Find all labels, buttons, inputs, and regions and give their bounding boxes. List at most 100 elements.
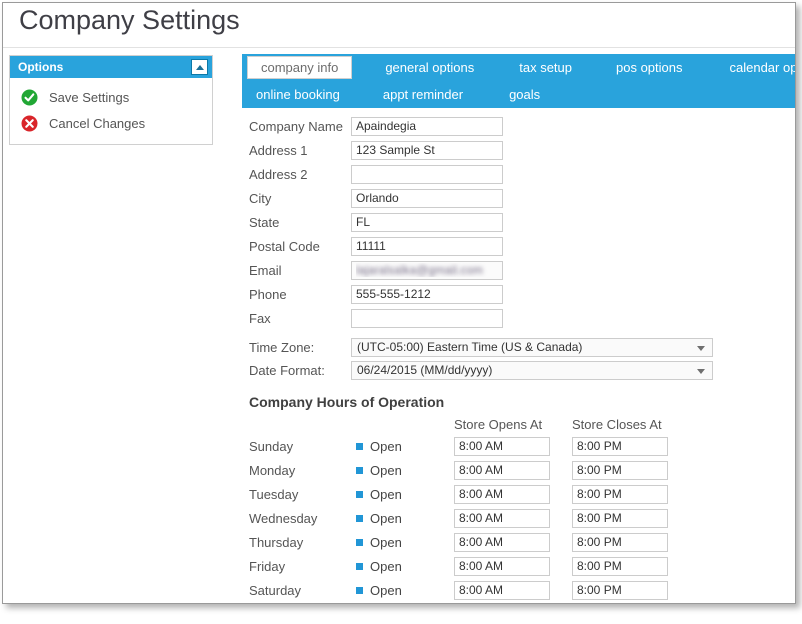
postal-code-input[interactable]: [351, 236, 503, 256]
checkbox-icon: [354, 512, 365, 524]
chevron-up-glyph: [195, 65, 204, 70]
field-row-time-zone: Time Zone: (UTC-05:00) Eastern Time (US …: [249, 336, 719, 359]
cancel-changes-label: Cancel Changes: [49, 115, 146, 131]
city-input[interactable]: [351, 188, 503, 208]
opens-at-input-sunday[interactable]: [454, 436, 550, 456]
tab-pos-options[interactable]: pos options: [607, 54, 692, 81]
page-title: Company Settings: [19, 5, 240, 35]
state-label: State: [249, 214, 280, 230]
options-panel-header: Options: [10, 56, 212, 78]
options-panel: Options Save Settings Cancel Changes: [9, 55, 213, 145]
checkbox-icon: [354, 536, 365, 548]
address-2-label: Address 2: [249, 166, 308, 182]
cancel-changes-button[interactable]: Cancel Changes: [10, 110, 212, 136]
field-row-fax: Fax: [249, 306, 719, 330]
table-row: Sunday Open: [249, 434, 690, 458]
column-header-closes-at: Store Closes At: [572, 416, 662, 432]
day-label-saturday: Saturday: [249, 582, 302, 598]
closes-at-input-friday[interactable]: [572, 556, 668, 576]
opens-at-input-monday[interactable]: [454, 460, 550, 480]
closes-at-input-monday[interactable]: [572, 460, 668, 480]
field-row-date-format: Date Format: 06/24/2015 (MM/dd/yyyy): [249, 359, 719, 382]
time-zone-value: (UTC-05:00) Eastern Time (US & Canada): [357, 340, 583, 354]
opens-at-input-wednesday[interactable]: [454, 508, 550, 528]
fax-input[interactable]: [351, 308, 503, 328]
title-divider: [3, 47, 795, 48]
address-1-label: Address 1: [249, 142, 308, 158]
field-row-city: City: [249, 186, 719, 210]
open-label-saturday: Open: [370, 582, 402, 598]
open-toggle-sunday[interactable]: Open: [354, 439, 454, 454]
opens-at-input-friday[interactable]: [454, 556, 550, 576]
open-toggle-monday[interactable]: Open: [354, 463, 454, 478]
open-label-tuesday: Open: [370, 486, 402, 502]
save-settings-label: Save Settings: [49, 89, 130, 105]
day-label-monday: Monday: [249, 462, 296, 478]
company-name-label: Company Name: [249, 118, 343, 134]
day-label-tuesday: Tuesday: [249, 486, 299, 502]
time-zone-dropdown[interactable]: (UTC-05:00) Eastern Time (US & Canada): [351, 338, 713, 357]
open-toggle-thursday[interactable]: Open: [354, 535, 454, 550]
time-zone-label: Time Zone:: [249, 340, 315, 355]
table-row: Monday Open: [249, 458, 690, 482]
chevron-down-icon: [697, 369, 705, 374]
tab-row-secondary: online booking appt reminder goals: [242, 81, 795, 108]
email-input[interactable]: [351, 260, 503, 280]
tab-goals[interactable]: goals: [500, 81, 549, 108]
open-label-monday: Open: [370, 462, 402, 478]
hours-table: Store Opens At Store Closes At Sunday Op…: [249, 414, 690, 602]
address-1-input[interactable]: [351, 140, 503, 160]
field-row-phone: Phone: [249, 282, 719, 306]
open-toggle-tuesday[interactable]: Open: [354, 487, 454, 502]
company-name-input[interactable]: [351, 116, 503, 136]
day-label-sunday: Sunday: [249, 438, 294, 454]
opens-at-input-thursday[interactable]: [454, 532, 550, 552]
column-header-opens-at: Store Opens At: [454, 416, 543, 432]
phone-label: Phone: [249, 286, 287, 302]
postal-code-label: Postal Code: [249, 238, 320, 254]
company-info-form: Company Name Address 1 Address 2 City St…: [249, 114, 719, 382]
phone-input[interactable]: [351, 284, 503, 304]
opens-at-input-saturday[interactable]: [454, 580, 550, 600]
field-row-company-name: Company Name: [249, 114, 719, 138]
day-label-wednesday: Wednesday: [249, 510, 318, 526]
open-label-friday: Open: [370, 558, 402, 574]
tab-tax-setup[interactable]: tax setup: [510, 54, 581, 81]
date-format-value: 06/24/2015 (MM/dd/yyyy): [357, 363, 493, 377]
checkbox-icon: [354, 584, 365, 596]
address-2-input[interactable]: [351, 164, 503, 184]
state-input[interactable]: [351, 212, 503, 232]
open-toggle-wednesday[interactable]: Open: [354, 511, 454, 526]
field-row-postal-code: Postal Code: [249, 234, 719, 258]
closes-at-input-wednesday[interactable]: [572, 508, 668, 528]
closes-at-input-sunday[interactable]: [572, 436, 668, 456]
fax-label: Fax: [249, 310, 271, 326]
closes-at-input-saturday[interactable]: [572, 580, 668, 600]
chevron-up-icon[interactable]: [191, 59, 208, 75]
checkbox-icon: [354, 440, 365, 452]
tab-online-booking[interactable]: online booking: [247, 81, 349, 108]
tab-calendar-options[interactable]: calendar options: [721, 54, 796, 81]
table-row: Saturday Open: [249, 578, 690, 602]
field-row-address-1: Address 1: [249, 138, 719, 162]
options-panel-body: Save Settings Cancel Changes: [10, 78, 212, 144]
save-settings-button[interactable]: Save Settings: [10, 84, 212, 110]
checkbox-icon: [354, 488, 365, 500]
table-row: Tuesday Open: [249, 482, 690, 506]
options-panel-title: Options: [18, 60, 64, 74]
tab-appt-reminder[interactable]: appt reminder: [374, 81, 472, 108]
hours-table-header: Store Opens At Store Closes At: [249, 414, 690, 434]
day-label-friday: Friday: [249, 558, 286, 574]
date-format-label: Date Format:: [249, 363, 325, 378]
field-row-email: Email: [249, 258, 719, 282]
tab-general-options[interactable]: general options: [376, 54, 483, 81]
open-toggle-friday[interactable]: Open: [354, 559, 454, 574]
closes-at-input-thursday[interactable]: [572, 532, 668, 552]
date-format-dropdown[interactable]: 06/24/2015 (MM/dd/yyyy): [351, 361, 713, 380]
opens-at-input-tuesday[interactable]: [454, 484, 550, 504]
checkbox-icon: [354, 464, 365, 476]
closes-at-input-tuesday[interactable]: [572, 484, 668, 504]
open-toggle-saturday[interactable]: Open: [354, 583, 454, 598]
table-row: Thursday Open: [249, 530, 690, 554]
tab-company-info[interactable]: company info: [247, 56, 353, 79]
